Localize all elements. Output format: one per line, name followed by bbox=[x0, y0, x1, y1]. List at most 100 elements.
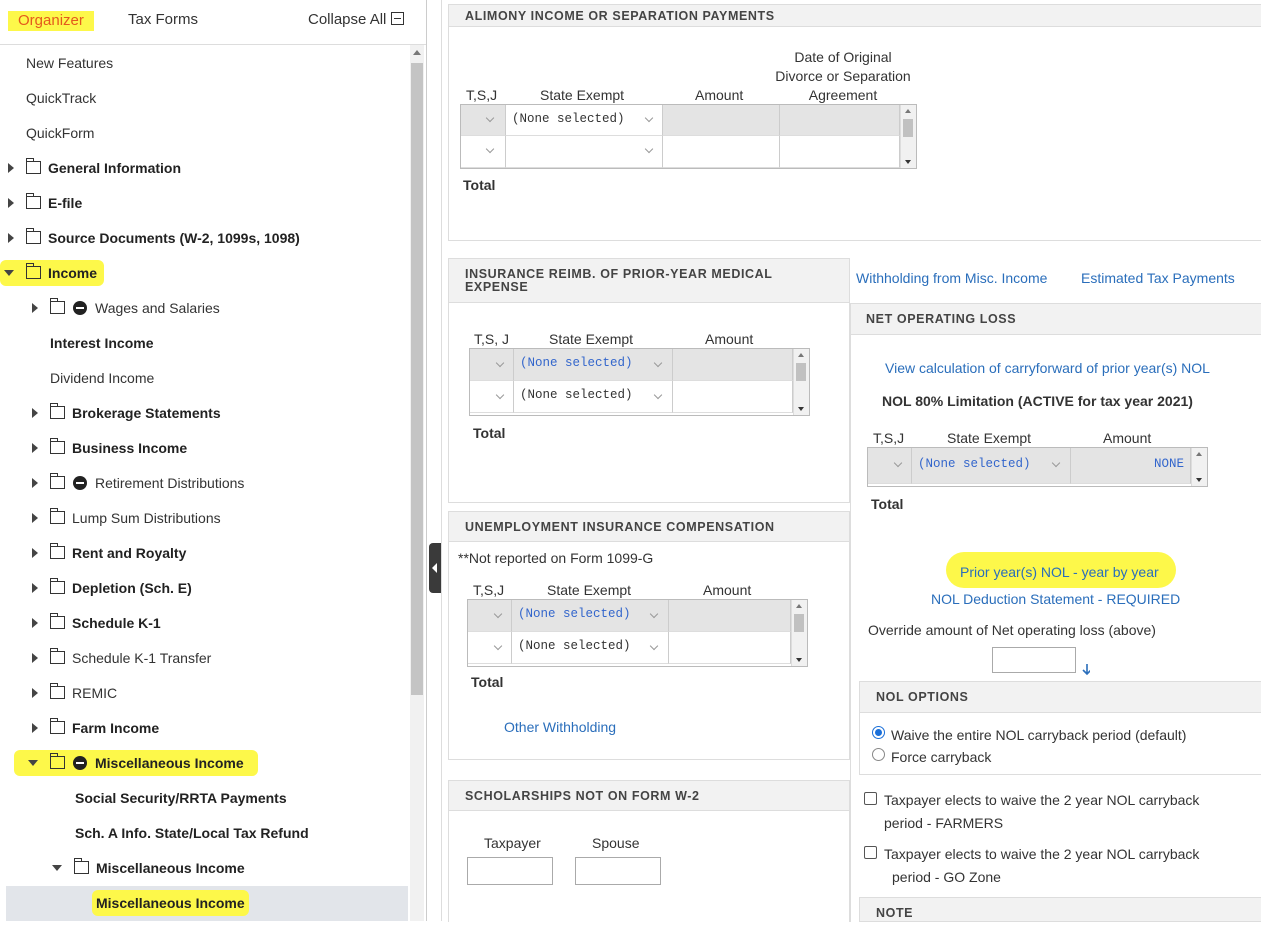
prior-year-nol-link[interactable]: Prior year(s) NOL - year by year bbox=[960, 564, 1159, 580]
col-header-state-exempt: State Exempt bbox=[947, 430, 1032, 446]
collapse-all-label: Collapse All bbox=[308, 11, 387, 28]
tsj-select[interactable] bbox=[470, 349, 514, 381]
nol-amount-input[interactable]: NONE bbox=[1071, 448, 1191, 484]
amount-input[interactable] bbox=[673, 381, 793, 413]
chevron-right-icon[interactable] bbox=[8, 163, 14, 173]
sidebar-item-miscellaneous-income-form[interactable]: Miscellaneous Income bbox=[92, 890, 249, 916]
tsj-select[interactable] bbox=[461, 105, 506, 136]
view-nol-calculation-link[interactable]: View calculation of carryforward of prio… bbox=[885, 360, 1210, 376]
override-nol-input[interactable] bbox=[992, 647, 1076, 673]
status-minus-icon bbox=[73, 756, 87, 770]
chevron-right-icon[interactable] bbox=[32, 443, 38, 453]
taxpayer-scholarship-input[interactable] bbox=[467, 857, 553, 885]
grid-scrollbar[interactable] bbox=[793, 349, 809, 415]
grid-scrollbar[interactable] bbox=[1191, 448, 1207, 486]
state-exempt-select[interactable]: (None selected) bbox=[912, 448, 1071, 484]
sidebar-item-retirement-distributions[interactable]: Retirement Distributions bbox=[30, 470, 406, 496]
chevron-right-icon[interactable] bbox=[32, 408, 38, 418]
sidebar-item-wages-and-salaries[interactable]: Wages and Salaries bbox=[30, 295, 406, 321]
sidebar-item-e-file[interactable]: E-file bbox=[6, 190, 406, 216]
tab-tax-forms[interactable]: Tax Forms bbox=[128, 11, 198, 28]
state-exempt-select[interactable]: (None selected) bbox=[514, 349, 673, 381]
chevron-right-icon[interactable] bbox=[32, 583, 38, 593]
scroll-down-icon[interactable] bbox=[905, 160, 911, 164]
chevron-right-icon[interactable] bbox=[8, 233, 14, 243]
scroll-down-icon[interactable] bbox=[1196, 478, 1202, 482]
sidebar-item-farm-income[interactable]: Farm Income bbox=[30, 715, 406, 741]
chevron-down-icon[interactable] bbox=[28, 760, 38, 766]
waive-gozone-checkbox[interactable] bbox=[864, 846, 877, 859]
sidebar-item-miscellaneous-income-sub[interactable]: Miscellaneous Income bbox=[50, 855, 406, 881]
amount-input[interactable] bbox=[669, 600, 791, 632]
sidebar-item-income[interactable]: Income bbox=[0, 260, 104, 286]
tab-organizer[interactable]: Organizer bbox=[8, 11, 94, 31]
scroll-up-icon[interactable] bbox=[798, 353, 804, 357]
sidebar-item-schedule-k1-transfer[interactable]: Schedule K-1 Transfer bbox=[30, 645, 406, 671]
date-input[interactable] bbox=[780, 136, 900, 168]
amount-input[interactable] bbox=[669, 632, 791, 664]
chevron-right-icon[interactable] bbox=[8, 198, 14, 208]
chevron-right-icon[interactable] bbox=[32, 478, 38, 488]
amount-input[interactable] bbox=[663, 136, 780, 168]
sidebar-item-brokerage-statements[interactable]: Brokerage Statements bbox=[30, 400, 406, 426]
state-exempt-select[interactable]: (None selected) bbox=[514, 381, 673, 413]
tsj-select[interactable] bbox=[470, 381, 514, 413]
tsj-select[interactable] bbox=[868, 448, 912, 484]
state-exempt-select[interactable] bbox=[506, 136, 663, 168]
scroll-down-icon[interactable] bbox=[798, 407, 804, 411]
col-header-tsj: T,S, J bbox=[474, 331, 510, 347]
scroll-up-icon[interactable] bbox=[796, 604, 802, 608]
grid-scroll-thumb[interactable] bbox=[794, 614, 804, 632]
nol-deduction-statement-link[interactable]: NOL Deduction Statement - REQUIRED bbox=[931, 591, 1180, 607]
grid-scroll-thumb[interactable] bbox=[796, 363, 806, 381]
chevron-right-icon[interactable] bbox=[32, 513, 38, 523]
sidebar-item-schedule-k1[interactable]: Schedule K-1 bbox=[30, 610, 406, 636]
force-carryback-radio[interactable] bbox=[872, 748, 885, 761]
sidebar-item-source-documents[interactable]: Source Documents (W-2, 1099s, 1098) bbox=[6, 225, 406, 251]
grid-scrollbar[interactable] bbox=[900, 105, 916, 168]
grid-scroll-thumb[interactable] bbox=[903, 119, 913, 137]
estimated-tax-payments-link[interactable]: Estimated Tax Payments bbox=[1081, 270, 1235, 286]
waive-farmers-checkbox[interactable] bbox=[864, 792, 877, 805]
state-exempt-select[interactable]: (None selected) bbox=[512, 632, 669, 664]
sidebar-item-remic[interactable]: REMIC bbox=[30, 680, 406, 706]
scroll-up-icon[interactable] bbox=[905, 109, 911, 113]
scroll-up-icon[interactable] bbox=[413, 50, 421, 55]
state-exempt-select[interactable]: (None selected) bbox=[512, 600, 669, 632]
chevron-right-icon[interactable] bbox=[32, 688, 38, 698]
grid-scrollbar[interactable] bbox=[791, 600, 807, 666]
chevron-right-icon[interactable] bbox=[32, 548, 38, 558]
chevron-right-icon[interactable] bbox=[32, 653, 38, 663]
tsj-select[interactable] bbox=[461, 136, 506, 168]
spouse-scholarship-input[interactable] bbox=[575, 857, 661, 885]
sidebar-scroll-thumb[interactable] bbox=[411, 63, 423, 695]
scroll-up-icon[interactable] bbox=[1196, 452, 1202, 456]
sidebar-item-label: Dividend Income bbox=[50, 370, 155, 386]
chevron-down-icon[interactable] bbox=[52, 865, 62, 871]
sidebar-item-depletion[interactable]: Depletion (Sch. E) bbox=[30, 575, 406, 601]
sidebar-item-lump-sum-distributions[interactable]: Lump Sum Distributions bbox=[30, 505, 406, 531]
amount-input[interactable] bbox=[663, 105, 780, 136]
sidebar-item-business-income[interactable]: Business Income bbox=[30, 435, 406, 461]
sidebar-item-miscellaneous-income[interactable]: Miscellaneous Income bbox=[14, 750, 258, 776]
chevron-right-icon[interactable] bbox=[32, 723, 38, 733]
state-exempt-value: (None selected) bbox=[518, 639, 631, 653]
other-withholding-link[interactable]: Other Withholding bbox=[504, 719, 616, 735]
waive-carryback-radio[interactable] bbox=[872, 726, 885, 739]
collapse-sidebar-handle[interactable] bbox=[429, 543, 441, 593]
collapse-all-button[interactable]: Collapse All bbox=[308, 11, 405, 28]
scroll-down-icon[interactable] bbox=[796, 658, 802, 662]
state-exempt-select[interactable]: (None selected) bbox=[506, 105, 663, 136]
folder-icon bbox=[49, 578, 65, 594]
amount-input[interactable] bbox=[673, 349, 793, 381]
sidebar-item-general-information[interactable]: General Information bbox=[6, 155, 406, 181]
total-label: Total bbox=[463, 177, 496, 193]
chevron-right-icon[interactable] bbox=[32, 618, 38, 628]
date-input[interactable] bbox=[780, 105, 900, 136]
tsj-select[interactable] bbox=[468, 632, 512, 664]
chevron-down-icon[interactable] bbox=[4, 270, 14, 276]
sidebar-item-rent-and-royalty[interactable]: Rent and Royalty bbox=[30, 540, 406, 566]
tsj-select[interactable] bbox=[468, 600, 512, 632]
withholding-misc-income-link[interactable]: Withholding from Misc. Income bbox=[856, 270, 1047, 286]
chevron-right-icon[interactable] bbox=[32, 303, 38, 313]
